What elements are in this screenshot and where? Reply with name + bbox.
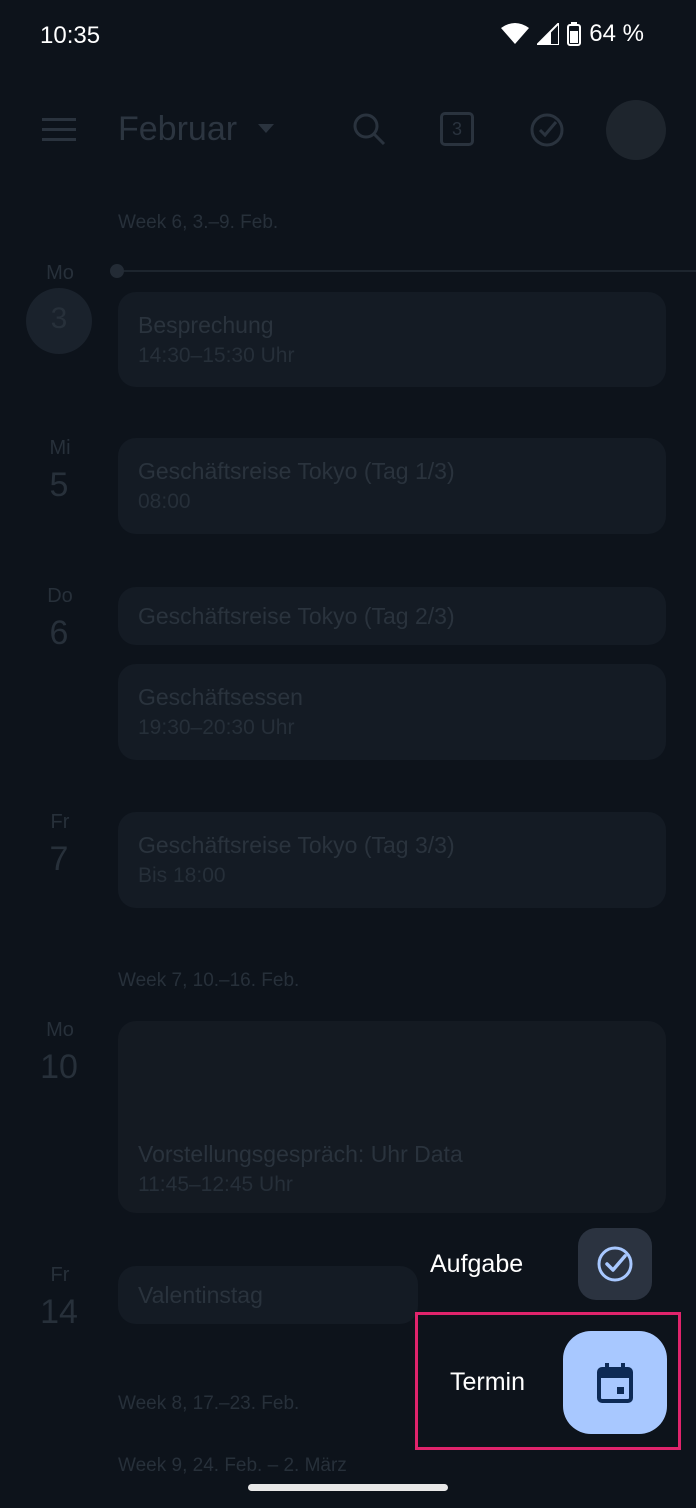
search-icon[interactable] bbox=[352, 112, 386, 146]
task-fab-button[interactable] bbox=[578, 1228, 652, 1300]
day-number: 7 bbox=[49, 840, 69, 878]
event-time: 11:45–12:45 Uhr bbox=[138, 1173, 293, 1196]
week-label: Week 7, 10.–16. Feb. bbox=[118, 970, 300, 991]
event-card[interactable]: Geschäftsessen 19:30–20:30 Uhr bbox=[118, 664, 666, 760]
task-check-icon bbox=[597, 1246, 633, 1282]
today-badge: 3 bbox=[451, 119, 462, 139]
menu-icon[interactable] bbox=[42, 118, 76, 142]
now-indicator-line bbox=[118, 270, 696, 272]
day-name: Mi bbox=[49, 437, 71, 459]
chevron-down-icon bbox=[258, 124, 274, 133]
now-indicator-dot bbox=[110, 264, 124, 278]
day-number: 10 bbox=[40, 1048, 78, 1086]
battery-level: 64 % bbox=[589, 20, 644, 47]
week-label: Week 8, 17.–23. Feb. bbox=[118, 1393, 300, 1414]
avatar[interactable] bbox=[606, 100, 666, 160]
home-indicator[interactable] bbox=[248, 1484, 448, 1491]
event-title: Geschäftsreise Tokyo (Tag 2/3) bbox=[138, 603, 455, 629]
event-title: Geschäftsessen bbox=[138, 684, 303, 710]
day-name: Do bbox=[47, 585, 73, 607]
wifi-icon bbox=[501, 23, 530, 44]
task-fab-label[interactable]: Aufgabe bbox=[430, 1250, 523, 1279]
tasks-icon[interactable] bbox=[529, 112, 565, 148]
highlight-box bbox=[415, 1312, 681, 1450]
event-card[interactable]: Geschäftsreise Tokyo (Tag 3/3) Bis 18:00 bbox=[118, 812, 666, 908]
event-card[interactable]: Besprechung 14:30–15:30 Uhr bbox=[118, 292, 666, 387]
event-card[interactable]: Geschäftsreise Tokyo (Tag 1/3) 08:00 bbox=[118, 438, 666, 534]
week-label: Week 9, 24. Feb. – 2. März bbox=[118, 1455, 347, 1476]
battery-icon bbox=[567, 22, 582, 46]
event-card[interactable]: Valentinstag bbox=[118, 1266, 418, 1324]
event-title: Besprechung bbox=[138, 312, 274, 338]
day-number: 14 bbox=[40, 1293, 78, 1331]
event-time: 14:30–15:30 Uhr bbox=[138, 344, 295, 367]
day-name: Fr bbox=[50, 1264, 70, 1286]
event-title: Valentinstag bbox=[138, 1282, 263, 1308]
event-time: Bis 18:00 bbox=[138, 864, 226, 887]
event-title: Geschäftsreise Tokyo (Tag 3/3) bbox=[138, 832, 455, 858]
day-number: 6 bbox=[49, 614, 69, 652]
day-name: Mo bbox=[46, 262, 74, 284]
event-time: 08:00 bbox=[138, 490, 191, 513]
day-number: 5 bbox=[49, 466, 69, 504]
event-title: Vorstellungsgespräch: Uhr Data bbox=[138, 1141, 463, 1167]
status-icons: 64 % bbox=[501, 20, 644, 48]
status-time: 10:35 bbox=[40, 22, 101, 49]
event-card[interactable]: Geschäftsreise Tokyo (Tag 2/3) bbox=[118, 587, 666, 645]
signal-icon bbox=[537, 23, 560, 45]
week-label: Week 6, 3.–9. Feb. bbox=[118, 212, 279, 233]
day-name: Mo bbox=[46, 1019, 74, 1041]
event-time: 19:30–20:30 Uhr bbox=[138, 716, 295, 739]
event-card-image[interactable]: Vorstellungsgespräch: Uhr Data 11:45–12:… bbox=[118, 1021, 666, 1213]
event-title: Geschäftsreise Tokyo (Tag 1/3) bbox=[138, 458, 455, 484]
day-name: Fr bbox=[50, 811, 70, 833]
month-title[interactable]: Februar bbox=[118, 110, 237, 149]
today-button[interactable]: 3 bbox=[440, 112, 474, 146]
day-number: 3 bbox=[50, 302, 68, 335]
